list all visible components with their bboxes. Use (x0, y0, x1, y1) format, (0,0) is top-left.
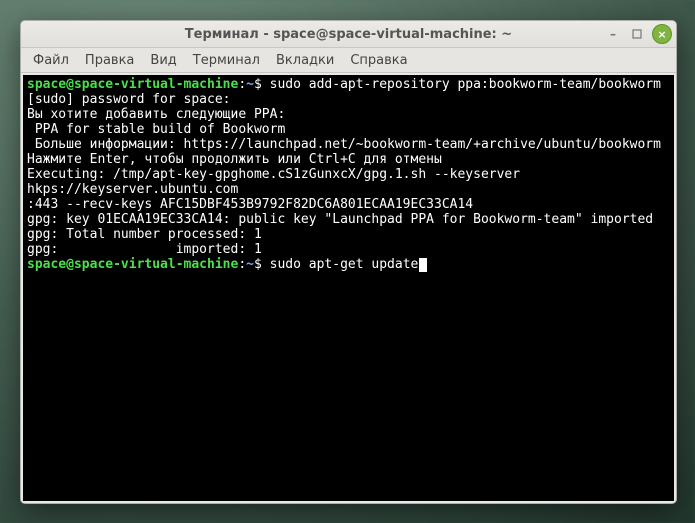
terminal-line: gpg: imported: 1 (27, 242, 670, 257)
menu-help[interactable]: Справка (342, 51, 415, 70)
terminal-line: gpg: Total number processed: 1 (27, 227, 670, 242)
maximize-icon (632, 29, 642, 39)
terminal-line: space@space-virtual-machine:~$ sudo add-… (27, 77, 670, 92)
terminal-line: PPA for stable build of Bookworm (27, 122, 670, 137)
terminal-line: gpg: key 01ECAA19EC33CA14: public key "L… (27, 212, 670, 227)
menu-edit[interactable]: Правка (77, 51, 142, 70)
menubar: Файл Правка Вид Терминал Вкладки Справка (21, 48, 676, 73)
terminal-area[interactable]: space@space-virtual-machine:~$ sudo add-… (23, 75, 674, 501)
maximize-button[interactable] (628, 25, 646, 43)
terminal-line: Нажмите Enter, чтобы продолжить или Ctrl… (27, 152, 670, 167)
terminal-line: Вы хотите добавить следующие PPA: (27, 107, 670, 122)
minimize-button[interactable]: – (604, 25, 622, 43)
menu-tabs[interactable]: Вкладки (268, 51, 342, 70)
terminal-line: Executing: /tmp/apt-key-gpghome.cS1zGunx… (27, 167, 670, 197)
menu-view[interactable]: Вид (142, 51, 184, 70)
menu-file[interactable]: Файл (25, 51, 77, 70)
cursor (419, 258, 427, 272)
terminal-line: :443 --recv-keys AFC15DBF453B9792F82DC6A… (27, 197, 670, 212)
menu-terminal[interactable]: Терминал (185, 51, 268, 70)
terminal-window: Терминал - space@space-virtual-machine: … (20, 20, 677, 504)
terminal-line: Больше информации: https://launchpad.net… (27, 137, 670, 152)
titlebar[interactable]: Терминал - space@space-virtual-machine: … (21, 21, 676, 48)
close-button[interactable]: × (652, 24, 672, 44)
window-controls: – × (604, 21, 672, 47)
window-title: Терминал - space@space-virtual-machine: … (185, 27, 512, 42)
terminal-line: space@space-virtual-machine:~$ sudo apt-… (27, 257, 670, 272)
terminal-line: [sudo] password for space: (27, 92, 670, 107)
